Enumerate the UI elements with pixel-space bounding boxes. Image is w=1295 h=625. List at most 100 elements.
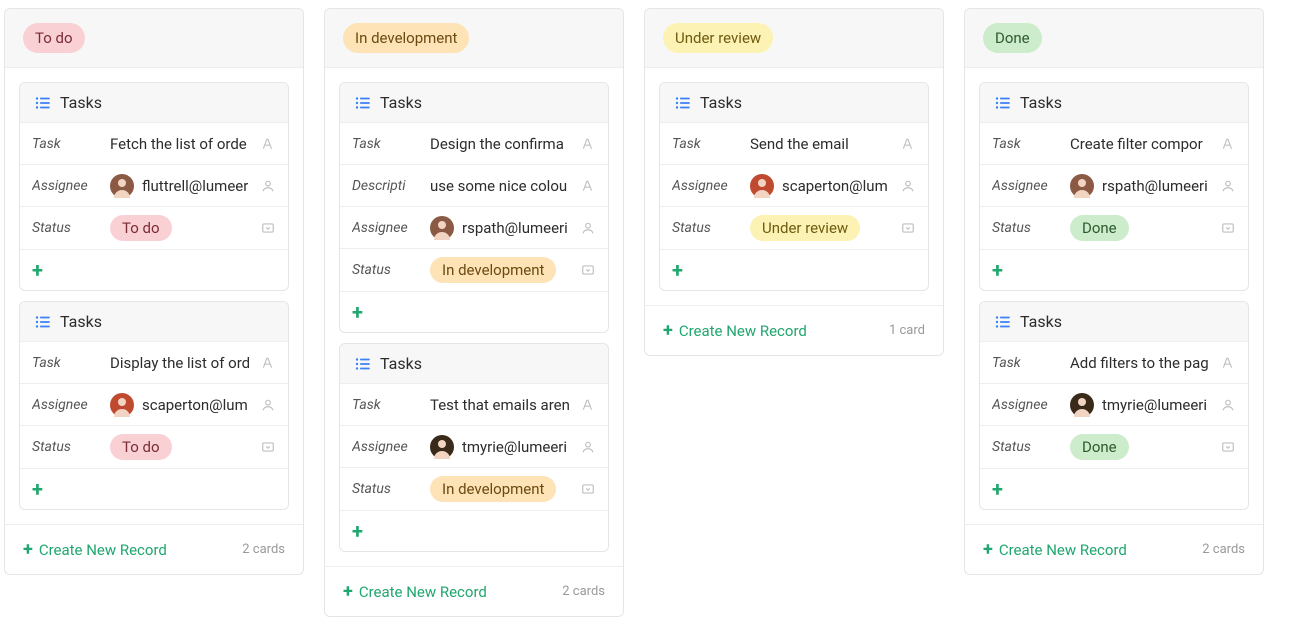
- column-header: Under review: [645, 9, 943, 68]
- card-field-row[interactable]: StatusTo do: [20, 207, 288, 250]
- column-footer: +Create New Record1 card: [645, 305, 943, 355]
- column-status-badge[interactable]: Under review: [663, 23, 773, 53]
- task-card[interactable]: TasksTaskSend the emailAssigneescaperton…: [659, 82, 929, 291]
- card-add-row: +: [660, 250, 928, 290]
- field-label: Status: [352, 481, 426, 497]
- card-field-row[interactable]: StatusIn development: [340, 249, 608, 292]
- field-text: Display the list of ord: [110, 354, 250, 372]
- field-value[interactable]: In development: [430, 257, 576, 283]
- field-value[interactable]: scaperton@lum: [110, 393, 256, 417]
- card-field-row[interactable]: Assigneetmyrie@lumeeri: [340, 426, 608, 468]
- field-value[interactable]: rspath@lumeeri: [430, 216, 576, 240]
- kanban-column: Under reviewTasksTaskSend the emailAssig…: [644, 8, 944, 356]
- card-header: Tasks: [20, 302, 288, 342]
- card-title: Tasks: [1020, 93, 1062, 112]
- add-field-button[interactable]: +: [992, 258, 1003, 282]
- column-status-badge[interactable]: Done: [983, 23, 1042, 53]
- field-value[interactable]: tmyrie@lumeeri: [430, 435, 576, 459]
- card-field-row[interactable]: Assigneescaperton@lum: [20, 384, 288, 426]
- field-value[interactable]: Add filters to the pag: [1070, 354, 1216, 372]
- card-field-row[interactable]: StatusTo do: [20, 426, 288, 469]
- field-value[interactable]: scaperton@lum: [750, 174, 896, 198]
- task-card[interactable]: TasksTaskCreate filter comporAssigneersp…: [979, 82, 1249, 291]
- card-field-row[interactable]: Assigneefluttrell@lumeer: [20, 165, 288, 207]
- add-field-button[interactable]: +: [992, 477, 1003, 501]
- card-field-row[interactable]: StatusUnder review: [660, 207, 928, 250]
- text-type-icon: [580, 398, 596, 412]
- task-card[interactable]: TasksTaskDisplay the list of ordAssignee…: [19, 301, 289, 510]
- field-value[interactable]: fluttrell@lumeer: [110, 174, 256, 198]
- card-title: Tasks: [1020, 312, 1062, 331]
- field-label: Assignee: [992, 397, 1066, 413]
- task-card[interactable]: TasksTaskAdd filters to the pagAssigneet…: [979, 301, 1249, 510]
- card-add-row: +: [980, 469, 1248, 509]
- status-badge[interactable]: In development: [430, 476, 556, 502]
- text-type-icon: [1220, 137, 1236, 151]
- add-field-button[interactable]: +: [32, 258, 43, 282]
- create-new-record-button[interactable]: +Create New Record: [343, 581, 487, 602]
- card-field-row[interactable]: TaskAdd filters to the pag: [980, 342, 1248, 384]
- text-type-icon: [900, 137, 916, 151]
- field-value[interactable]: Done: [1070, 215, 1216, 241]
- field-value[interactable]: To do: [110, 434, 256, 460]
- add-field-button[interactable]: +: [32, 477, 43, 501]
- task-card[interactable]: TasksTaskFetch the list of ordeAssigneef…: [19, 82, 289, 291]
- card-field-row[interactable]: TaskTest that emails aren: [340, 384, 608, 426]
- tasks-list-icon: [994, 94, 1012, 112]
- kanban-column: DoneTasksTaskCreate filter comporAssigne…: [964, 8, 1264, 575]
- task-card[interactable]: TasksTaskDesign the confirmaDescriptiuse…: [339, 82, 609, 333]
- text-type-icon: [580, 179, 596, 193]
- field-value[interactable]: Under review: [750, 215, 896, 241]
- text-type-icon: [260, 356, 276, 370]
- field-value[interactable]: tmyrie@lumeeri: [1070, 393, 1216, 417]
- card-field-row[interactable]: Descriptiuse some nice colou: [340, 165, 608, 207]
- add-field-button[interactable]: +: [352, 300, 363, 324]
- card-field-row[interactable]: StatusIn development: [340, 468, 608, 511]
- card-field-row[interactable]: StatusDone: [980, 426, 1248, 469]
- card-add-row: +: [340, 511, 608, 551]
- create-new-record-button[interactable]: +Create New Record: [23, 539, 167, 560]
- add-field-button[interactable]: +: [352, 519, 363, 543]
- column-status-badge[interactable]: To do: [23, 23, 85, 53]
- status-badge[interactable]: Done: [1070, 434, 1129, 460]
- status-badge[interactable]: To do: [110, 215, 172, 241]
- user-type-icon: [580, 440, 596, 454]
- field-value[interactable]: Done: [1070, 434, 1216, 460]
- status-badge[interactable]: Under review: [750, 215, 860, 241]
- field-value[interactable]: To do: [110, 215, 256, 241]
- card-field-row[interactable]: Assigneerspath@lumeeri: [340, 207, 608, 249]
- add-field-button[interactable]: +: [672, 258, 683, 282]
- card-field-row[interactable]: TaskDesign the confirma: [340, 123, 608, 165]
- card-field-row[interactable]: Assigneescaperton@lum: [660, 165, 928, 207]
- status-badge[interactable]: In development: [430, 257, 556, 283]
- field-label: Status: [672, 220, 746, 236]
- card-field-row[interactable]: TaskCreate filter compor: [980, 123, 1248, 165]
- field-value[interactable]: Design the confirma: [430, 135, 576, 153]
- column-status-badge[interactable]: In development: [343, 23, 469, 53]
- status-badge[interactable]: Done: [1070, 215, 1129, 241]
- plus-icon: +: [663, 320, 673, 341]
- card-field-row[interactable]: Assigneerspath@lumeeri: [980, 165, 1248, 207]
- field-value[interactable]: In development: [430, 476, 576, 502]
- field-value[interactable]: Test that emails aren: [430, 396, 576, 414]
- card-field-row[interactable]: TaskSend the email: [660, 123, 928, 165]
- card-field-row[interactable]: TaskDisplay the list of ord: [20, 342, 288, 384]
- status-badge[interactable]: To do: [110, 434, 172, 460]
- field-value[interactable]: Display the list of ord: [110, 354, 256, 372]
- create-new-record-button[interactable]: +Create New Record: [983, 539, 1127, 560]
- field-label: Task: [992, 136, 1066, 152]
- field-value[interactable]: Create filter compor: [1070, 135, 1216, 153]
- field-value[interactable]: use some nice colou: [430, 177, 576, 195]
- card-field-row[interactable]: TaskFetch the list of orde: [20, 123, 288, 165]
- card-field-row[interactable]: Assigneetmyrie@lumeeri: [980, 384, 1248, 426]
- create-new-record-button[interactable]: +Create New Record: [663, 320, 807, 341]
- field-value[interactable]: Fetch the list of orde: [110, 135, 256, 153]
- card-field-row[interactable]: StatusDone: [980, 207, 1248, 250]
- field-value[interactable]: rspath@lumeeri: [1070, 174, 1216, 198]
- avatar: [750, 174, 774, 198]
- card-add-row: +: [20, 250, 288, 290]
- tasks-list-icon: [354, 94, 372, 112]
- task-card[interactable]: TasksTaskTest that emails arenAssigneetm…: [339, 343, 609, 552]
- field-value[interactable]: Send the email: [750, 135, 896, 153]
- field-label: Assignee: [992, 178, 1066, 194]
